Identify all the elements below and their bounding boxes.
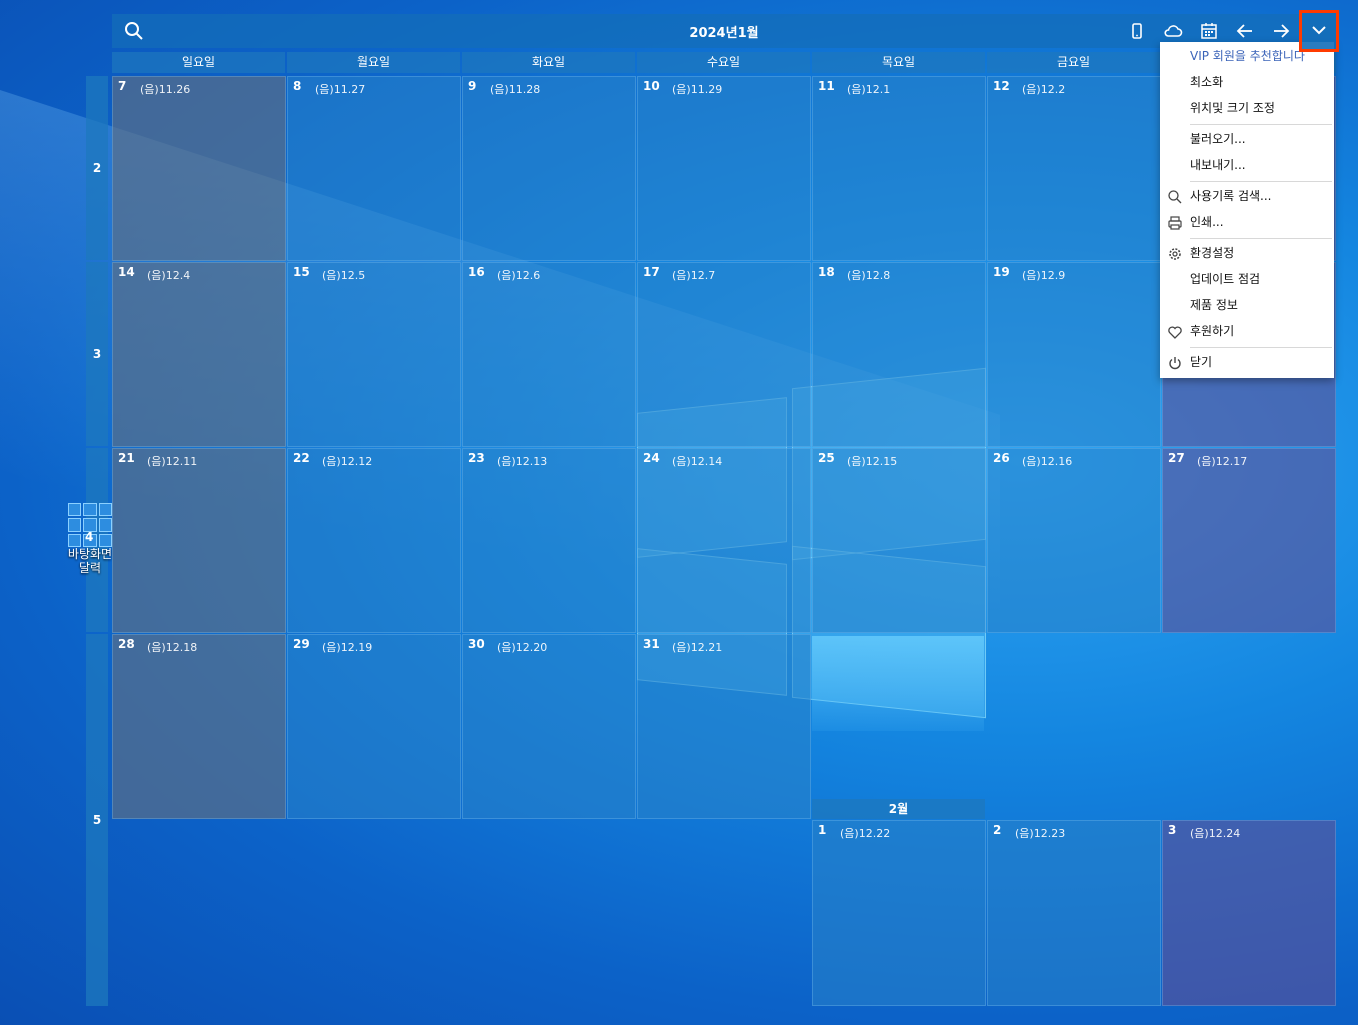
day-cell[interactable]: 17 (음)12.7 <box>637 262 811 447</box>
day-cell[interactable]: 7 (음)11.26 <box>112 76 286 261</box>
day-cell[interactable]: 26 (음)12.16 <box>987 448 1161 633</box>
day-cell[interactable]: 21 (음)12.11 <box>112 448 286 633</box>
heart-icon <box>1167 324 1183 340</box>
search-icon[interactable] <box>124 21 144 41</box>
menu-separator <box>1190 238 1332 239</box>
day-cell[interactable]: 28 (음)12.18 <box>112 634 286 819</box>
menu-item-export[interactable]: 내보내기... <box>1190 155 1246 175</box>
day-cell[interactable]: 10 (음)11.29 <box>637 76 811 261</box>
week-number: 5 <box>86 634 108 1006</box>
cloud-icon[interactable] <box>1163 21 1183 41</box>
shortcut-label: 달력 <box>78 561 102 575</box>
day-cell[interactable]: 12 (음)12.2 <box>987 76 1161 261</box>
day-cell[interactable]: 31 (음)12.21 <box>637 634 811 819</box>
day-cell[interactable]: 2 (음)12.23 <box>987 820 1161 1006</box>
wallpaper-light-beam <box>812 636 984 731</box>
menu-item-minimize[interactable]: 최소화 <box>1190 72 1223 92</box>
calendar-icon[interactable] <box>1199 21 1219 41</box>
menu-item-product-info[interactable]: 제품 정보 <box>1190 295 1238 315</box>
day-cell[interactable]: 23 (음)12.13 <box>462 448 636 633</box>
menu-dropdown-button[interactable] <box>1299 10 1339 52</box>
printer-icon <box>1167 215 1183 231</box>
menu-separator <box>1190 181 1332 182</box>
week-number: 3 <box>86 262 108 446</box>
week-number: 4 <box>85 530 94 544</box>
arrow-right-icon[interactable] <box>1271 21 1291 41</box>
day-cell[interactable]: 15 (음)12.5 <box>287 262 461 447</box>
menu-item-history-search[interactable]: 사용기록 검색... <box>1190 186 1272 206</box>
arrow-left-icon[interactable] <box>1235 21 1255 41</box>
day-header-tue: 화요일 <box>462 52 635 73</box>
menu-item-close[interactable]: 닫기 <box>1190 352 1212 372</box>
search-icon <box>1167 189 1183 205</box>
day-header-fri: 금요일 <box>987 52 1160 73</box>
menu-item-position-size[interactable]: 위치및 크기 조정 <box>1190 98 1275 118</box>
shortcut-label: 바탕화면 <box>67 547 113 561</box>
day-cell[interactable]: 30 (음)12.20 <box>462 634 636 819</box>
day-cell[interactable]: 27 (음)12.17 <box>1162 448 1336 633</box>
day-cell[interactable]: 22 (음)12.12 <box>287 448 461 633</box>
menu-separator <box>1190 124 1332 125</box>
day-cell[interactable]: 11 (음)12.1 <box>812 76 986 261</box>
day-cell[interactable]: 3 (음)12.24 <box>1162 820 1336 1006</box>
menu-item-settings[interactable]: 환경설정 <box>1190 243 1234 263</box>
day-cell[interactable]: 1 (음)12.22 <box>812 820 986 1006</box>
day-cell[interactable]: 24 (음)12.14 <box>637 448 811 633</box>
mobile-icon[interactable] <box>1127 21 1147 41</box>
day-header-wed: 수요일 <box>637 52 810 73</box>
gear-icon <box>1167 246 1183 262</box>
menu-item-vip[interactable]: VIP 회원을 추천합니다 <box>1190 46 1305 66</box>
day-header-mon: 월요일 <box>287 52 460 73</box>
menu-item-print[interactable]: 인쇄... <box>1190 212 1224 232</box>
day-cell[interactable]: 25 (음)12.15 <box>812 448 986 633</box>
day-cell[interactable]: 16 (음)12.6 <box>462 262 636 447</box>
day-cell[interactable]: 14 (음)12.4 <box>112 262 286 447</box>
options-menu: VIP 회원을 추천합니다 최소화 위치및 크기 조정 불러오기... 내보내기… <box>1160 42 1334 378</box>
month-title: 2024년1월 <box>689 26 759 41</box>
menu-separator <box>1190 347 1332 348</box>
day-cell[interactable]: 29 (음)12.19 <box>287 634 461 819</box>
day-header-sun: 일요일 <box>112 52 285 73</box>
chevron-down-icon <box>1312 26 1326 35</box>
day-cell[interactable]: 19 (음)12.9 <box>987 262 1161 447</box>
calendar-toolbar: 2024년1월 <box>112 14 1336 48</box>
week-number: 2 <box>86 76 108 260</box>
day-header-thu: 목요일 <box>812 52 985 73</box>
power-icon <box>1167 355 1183 371</box>
day-cell[interactable]: 9 (음)11.28 <box>462 76 636 261</box>
day-cell[interactable]: 18 (음)12.8 <box>812 262 986 447</box>
menu-item-import[interactable]: 불러오기... <box>1190 129 1246 149</box>
menu-item-donate[interactable]: 후원하기 <box>1190 321 1234 341</box>
day-cell[interactable]: 8 (음)11.27 <box>287 76 461 261</box>
february-header: 2월 <box>812 799 985 819</box>
menu-item-check-update[interactable]: 업데이트 점검 <box>1190 269 1260 289</box>
